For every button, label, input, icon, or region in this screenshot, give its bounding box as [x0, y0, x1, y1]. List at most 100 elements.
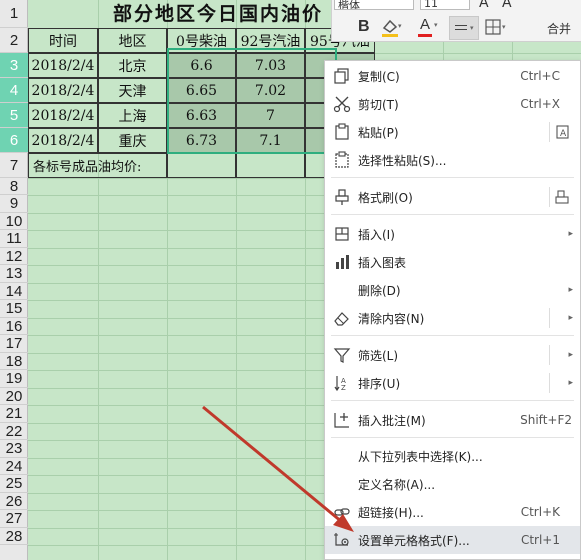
sheet-title[interactable]: 部分地区今日国内油价 — [68, 0, 368, 25]
row-header-12[interactable]: 12 — [0, 248, 28, 265]
menu-item-hyperlink[interactable]: 超链接(H)... Ctrl+K — [325, 498, 580, 526]
format-painter-icon — [335, 189, 349, 205]
data-cell[interactable]: 6.73 — [167, 128, 236, 153]
row-header-6[interactable]: 6 — [0, 128, 28, 153]
data-cell[interactable]: 2018/2/4 — [28, 103, 98, 128]
spreadsheet: 1 2 3 4 5 6 7 8 9 10 11 12 13 14 15 16 17 18 19 20 21 22 23 24 2… — [0, 0, 581, 560]
row-header-4[interactable]: 4 — [0, 78, 28, 103]
submenu-arrow-icon: ▸ — [568, 350, 573, 360]
data-cell[interactable]: 2018/2/4 — [28, 128, 98, 153]
row-header-9[interactable]: 9 — [0, 195, 28, 213]
row-header-1[interactable]: 1 — [0, 0, 28, 28]
row-header-13[interactable]: 13 — [0, 265, 28, 283]
menu-item-delete[interactable]: 删除(D) ▸ — [325, 276, 580, 304]
font-grow-icon[interactable]: A — [479, 0, 489, 11]
row-header-10[interactable]: 10 — [0, 213, 28, 230]
footer-label-cell[interactable]: 各标号成品油均价: — [28, 153, 167, 178]
data-cell[interactable]: 上海 — [98, 103, 167, 128]
menu-item-pick-from-list[interactable]: 从下拉列表中选择(K)... — [325, 442, 580, 470]
menu-item-define-name[interactable]: 定义名称(A)... — [325, 470, 580, 498]
menu-item-format-cells[interactable]: 设置单元格格式(F)... Ctrl+1 — [325, 526, 580, 554]
row-header-2[interactable]: 2 — [0, 28, 28, 53]
row-header-23[interactable]: 23 — [0, 440, 28, 458]
header-cell-gas92[interactable]: 92号汽油 — [236, 28, 305, 53]
menu-item-insert[interactable]: 插入(I) ▸ — [325, 220, 580, 248]
row-header-18[interactable]: 18 — [0, 353, 28, 370]
row-header-15[interactable]: 15 — [0, 300, 28, 318]
footer-cell-gas92[interactable] — [236, 153, 305, 178]
row-header-17[interactable]: 17 — [0, 335, 28, 353]
data-cell[interactable]: 2018/2/4 — [28, 78, 98, 103]
format-painter-pin-icon[interactable] — [554, 188, 572, 206]
menu-label-insert-chart: 插入图表 — [358, 255, 407, 270]
row-header-column: 1 2 3 4 5 6 7 8 9 10 11 12 13 14 15 16 17 18 19 20 21 22 23 24 2… — [0, 0, 28, 560]
menu-item-paste-special[interactable]: 选择性粘贴(S)... — [325, 146, 580, 174]
menu-item-clear-contents[interactable]: 清除内容(N) ▸ — [325, 304, 580, 332]
menu-item-insert-comment[interactable]: 插入批注(M) Shift+F2 — [325, 406, 580, 434]
font-name-box[interactable]: 楷体 — [334, 0, 414, 10]
row-header-19[interactable]: 19 — [0, 370, 28, 388]
merge-button[interactable]: 合并 — [547, 20, 571, 37]
menu-item-paste[interactable]: 粘贴(P) A — [325, 118, 580, 146]
menu-item-filter[interactable]: 筛选(L) ▸ — [325, 341, 580, 369]
header-cell-diesel[interactable]: 0号柴油 — [167, 28, 236, 53]
header-cell-time[interactable]: 时间 — [28, 28, 98, 53]
data-cell[interactable]: 天津 — [98, 78, 167, 103]
row-header-21[interactable]: 21 — [0, 405, 28, 423]
menu-item-copy[interactable]: 复制(C) Ctrl+C — [325, 62, 580, 90]
row-header-16[interactable]: 16 — [0, 318, 28, 335]
row-header-5[interactable]: 5 — [0, 103, 28, 128]
menu-label-pick-from-list: 从下拉列表中选择(K)... — [358, 449, 483, 464]
menu-label-filter: 筛选(L) — [358, 348, 399, 363]
menu-item-insert-chart[interactable]: 插入图表 — [325, 248, 580, 276]
row-header-27[interactable]: 27 — [0, 510, 28, 528]
menu-label-paste-special: 选择性粘贴(S)... — [358, 153, 447, 168]
footer-cell-diesel[interactable] — [167, 153, 236, 178]
menu-item-format-painter[interactable]: 格式刷(O) — [325, 183, 580, 211]
data-cell[interactable]: 7.02 — [236, 78, 305, 103]
data-cell[interactable]: 北京 — [98, 53, 167, 78]
data-cell[interactable]: 7.1 — [236, 128, 305, 153]
font-color-button[interactable]: A ▾ — [417, 16, 443, 38]
borders-icon[interactable]: ▾ — [485, 18, 509, 38]
menu-item-cut[interactable]: 剪切(T) Ctrl+X — [325, 90, 580, 118]
row-header-22[interactable]: 22 — [0, 423, 28, 440]
svg-text:▾: ▾ — [502, 23, 506, 31]
row-header-11[interactable]: 11 — [0, 230, 28, 248]
data-cell[interactable]: 7 — [236, 103, 305, 128]
align-button[interactable]: ▾ — [449, 16, 479, 40]
data-cell[interactable]: 6.63 — [167, 103, 236, 128]
data-cell[interactable]: 7.03 — [236, 53, 305, 78]
svg-text:A: A — [560, 129, 567, 139]
chart-icon — [336, 255, 349, 269]
data-cell[interactable]: 6.6 — [167, 53, 236, 78]
row-header-14[interactable]: 14 — [0, 283, 28, 300]
header-cell-region[interactable]: 地区 — [98, 28, 167, 53]
menu-label-clear-contents: 清除内容(N) — [358, 311, 425, 326]
row-header-7[interactable]: 7 — [0, 153, 28, 178]
data-cell[interactable]: 6.65 — [167, 78, 236, 103]
row-header-26[interactable]: 26 — [0, 493, 28, 510]
shortcut-copy: Ctrl+C — [520, 69, 560, 83]
menu-label-delete: 删除(D) — [358, 283, 401, 298]
context-menu: 复制(C) Ctrl+C 剪切(T) Ctrl+X 粘贴(P) A 选择性粘贴(… — [324, 60, 581, 560]
row-header-28[interactable]: 28 — [0, 528, 28, 545]
data-cell[interactable]: 2018/2/4 — [28, 53, 98, 78]
font-shrink-icon[interactable]: A — [502, 0, 512, 11]
menu-label-format-cells: 设置单元格格式(F)... — [358, 533, 470, 548]
paste-options-icon[interactable]: A — [554, 123, 572, 141]
menu-label-define-name: 定义名称(A)... — [358, 477, 436, 492]
shortcut-hyperlink: Ctrl+K — [520, 505, 560, 519]
menu-item-sort[interactable]: A Z 排序(U) ▸ — [325, 369, 580, 397]
row-header-25[interactable]: 25 — [0, 475, 28, 493]
row-header-20[interactable]: 20 — [0, 388, 28, 405]
bold-button[interactable]: B — [358, 18, 370, 36]
data-cell[interactable]: 重庆 — [98, 128, 167, 153]
fill-color-icon[interactable]: ▾ — [380, 16, 404, 38]
row-header-3[interactable]: 3 — [0, 53, 28, 78]
row-header-8[interactable]: 8 — [0, 178, 28, 195]
submenu-arrow-icon: ▸ — [568, 378, 573, 388]
font-size-box[interactable]: 11 — [420, 0, 470, 10]
cut-icon — [333, 96, 351, 113]
row-header-24[interactable]: 24 — [0, 458, 28, 475]
